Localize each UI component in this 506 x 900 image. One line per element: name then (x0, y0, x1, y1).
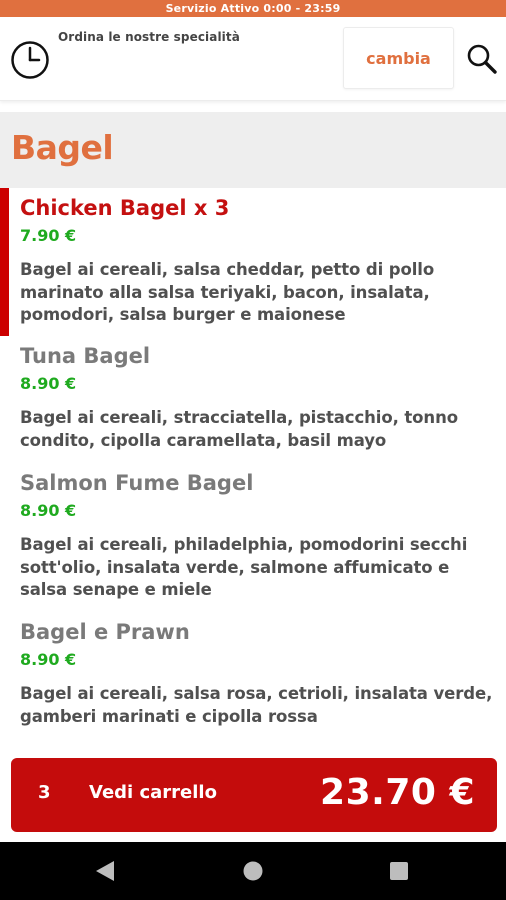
product-description: Bagel ai cereali, philadelphia, pomodori… (20, 535, 468, 599)
product-name: Salmon Fume Bagel (20, 471, 254, 495)
product-name: Chicken Bagel x 3 (20, 196, 230, 220)
recent-square-icon[interactable] (389, 861, 409, 881)
system-navigation-bar (0, 842, 506, 900)
app-header: Ordina le nostre specialità cambia (0, 17, 506, 101)
category-header: Bagel (0, 112, 506, 188)
category-title: Bagel (11, 128, 114, 167)
product-name: Tuna Bagel (20, 344, 151, 368)
service-status-text: Servizio Attivo 0:00 - 23:59 (165, 2, 341, 15)
view-cart-button[interactable]: 3 Vedi carrello 23.70 € (11, 758, 497, 832)
cart-total: 23.70 € (320, 772, 475, 813)
home-circle-icon[interactable] (243, 861, 263, 881)
product-price: 8.90 € (20, 501, 77, 520)
service-status-bar: Servizio Attivo 0:00 - 23:59 (0, 0, 506, 17)
search-icon[interactable] (466, 43, 498, 75)
back-triangle-icon[interactable] (94, 860, 116, 882)
order-prompt-text: Ordina le nostre specialità (58, 30, 240, 44)
product-price: 7.90 € (20, 226, 77, 245)
product-item-salmon-fume-bagel[interactable]: Salmon Fume Bagel 8.90 € Bagel ai cereal… (0, 465, 506, 610)
change-button[interactable]: cambia (343, 27, 454, 89)
product-price: 8.90 € (20, 650, 77, 669)
product-name: Bagel e Prawn (20, 620, 190, 644)
product-item-bagel-e-prawn[interactable]: Bagel e Prawn 8.90 € Bagel ai cereali, s… (0, 614, 506, 744)
clock-icon[interactable] (10, 40, 50, 80)
product-item-tuna-bagel[interactable]: Tuna Bagel 8.90 € Bagel ai cereali, stra… (0, 336, 506, 458)
product-price: 8.90 € (20, 374, 77, 393)
product-item-chicken-bagel[interactable]: Chicken Bagel x 3 7.90 € Bagel ai cereal… (0, 188, 506, 336)
product-description: Bagel ai cereali, salsa rosa, cetrioli, … (20, 684, 493, 726)
selected-indicator (0, 188, 9, 336)
cart-item-count: 3 (38, 782, 51, 803)
product-description: Bagel ai cereali, stracciatella, pistacc… (20, 408, 458, 450)
view-cart-label: Vedi carrello (89, 782, 217, 803)
product-description: Bagel ai cereali, salsa cheddar, petto d… (20, 260, 435, 324)
